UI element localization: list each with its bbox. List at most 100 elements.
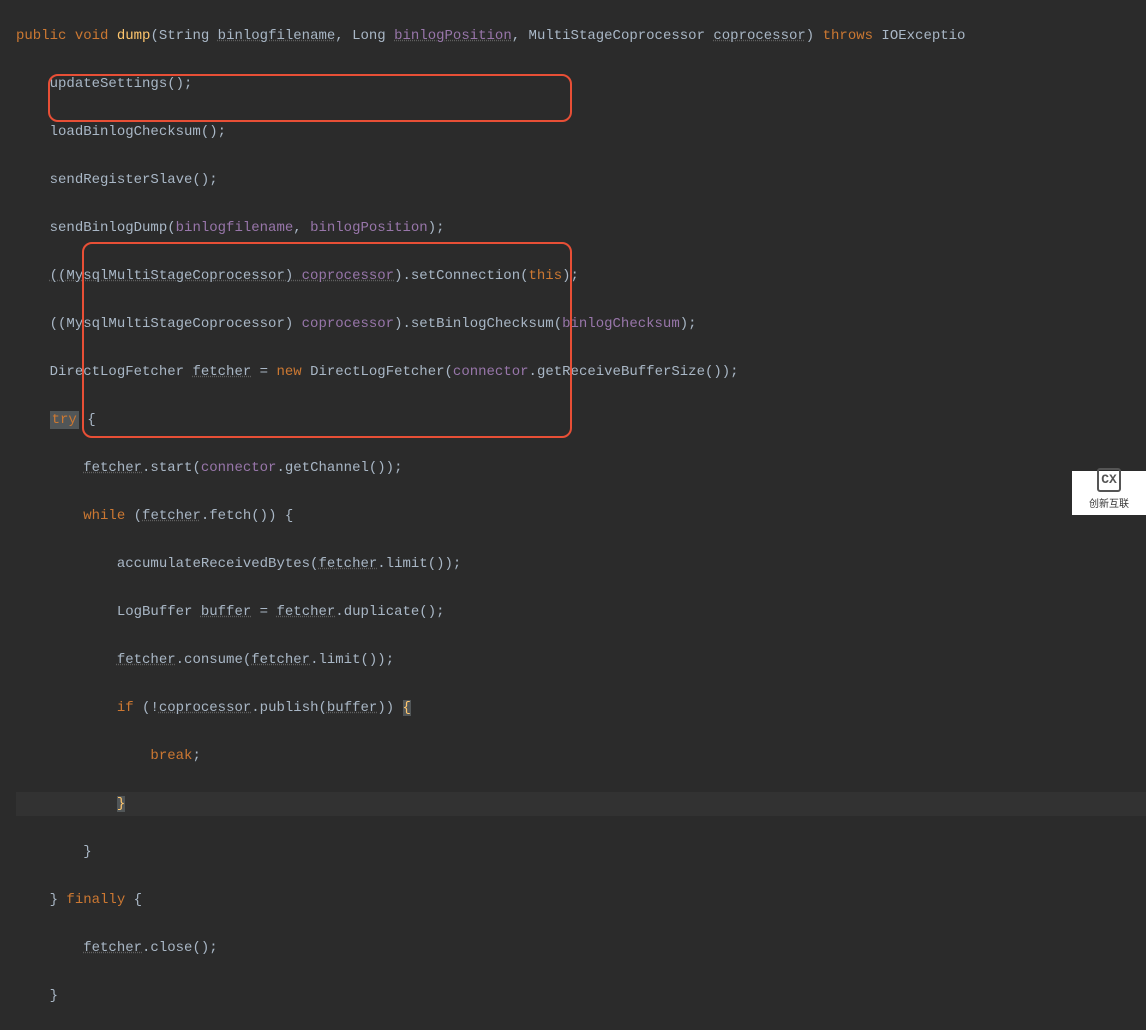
logo-icon: CX bbox=[1097, 468, 1121, 492]
param-1: binlogfilename bbox=[218, 28, 336, 44]
var: buffer bbox=[327, 700, 377, 716]
cast: ((MysqlMultiStageCoprocessor) bbox=[50, 316, 302, 332]
code-editor[interactable]: public void dump(String binlogfilename, … bbox=[0, 0, 1146, 1030]
arg: connector bbox=[453, 364, 529, 380]
brace: { bbox=[79, 412, 96, 428]
brace: } bbox=[50, 988, 58, 1004]
keyword-break: break bbox=[150, 748, 192, 764]
arg: binlogChecksum bbox=[562, 316, 680, 332]
statement: sendRegisterSlave(); bbox=[50, 172, 218, 188]
code-line-7: ((MysqlMultiStageCoprocessor) coprocesso… bbox=[16, 312, 1146, 336]
arg: connector bbox=[201, 460, 277, 476]
var: fetcher bbox=[83, 460, 142, 476]
var: fetcher bbox=[142, 508, 201, 524]
code-line-1: public void dump(String binlogfilename, … bbox=[16, 24, 1146, 48]
param-2: binlogPosition bbox=[394, 28, 512, 44]
paren: ) bbox=[806, 28, 823, 44]
call: sendBinlogDump( bbox=[50, 220, 176, 236]
cast: ((MysqlMultiStageCoprocessor) bbox=[50, 268, 302, 284]
type: DirectLogFetcher bbox=[50, 364, 193, 380]
code-line-4: sendRegisterSlave(); bbox=[16, 168, 1146, 192]
paren: (! bbox=[134, 700, 159, 716]
semi: ); bbox=[428, 220, 445, 236]
watermark-logo: CX 创新互联 bbox=[1072, 471, 1146, 515]
keyword-void: void bbox=[75, 28, 109, 44]
paren: ( bbox=[125, 508, 142, 524]
comma: , MultiStageCoprocessor bbox=[512, 28, 714, 44]
paren: )) bbox=[377, 700, 402, 716]
eq: = bbox=[251, 364, 276, 380]
code-line-13: LogBuffer buffer = fetcher.duplicate(); bbox=[16, 600, 1146, 624]
arg: binlogPosition bbox=[310, 220, 428, 236]
comma: , Long bbox=[335, 28, 394, 44]
var-name: fetcher bbox=[192, 364, 251, 380]
ctor: DirectLogFetcher( bbox=[302, 364, 453, 380]
var: fetcher bbox=[83, 940, 142, 956]
brace: { bbox=[125, 892, 142, 908]
call: .start( bbox=[142, 460, 201, 476]
code-line-18: } bbox=[16, 840, 1146, 864]
exception-type: IOExceptio bbox=[873, 28, 965, 44]
code-line-11: while (fetcher.fetch()) { bbox=[16, 504, 1146, 528]
call: .limit()); bbox=[310, 652, 394, 668]
statement: updateSettings(); bbox=[50, 76, 193, 92]
code-line-8: DirectLogFetcher fetcher = new DirectLog… bbox=[16, 360, 1146, 384]
code-line-21: } bbox=[16, 984, 1146, 1008]
param-3: coprocessor bbox=[713, 28, 805, 44]
paren: (String bbox=[150, 28, 217, 44]
call: .fetch()) { bbox=[201, 508, 293, 524]
var: coprocessor bbox=[159, 700, 251, 716]
brace: } bbox=[50, 892, 67, 908]
code-line-12: accumulateReceivedBytes(fetcher.limit())… bbox=[16, 552, 1146, 576]
code-line-10: fetcher.start(connector.getChannel()); bbox=[16, 456, 1146, 480]
call: .close(); bbox=[142, 940, 218, 956]
call: .consume( bbox=[176, 652, 252, 668]
method-name: dump bbox=[117, 28, 151, 44]
arg: binlogfilename bbox=[176, 220, 294, 236]
keyword-throws: throws bbox=[823, 28, 873, 44]
call: .limit()); bbox=[377, 556, 461, 572]
call: ).setBinlogChecksum( bbox=[394, 316, 562, 332]
semi: ); bbox=[680, 316, 697, 332]
var: fetcher bbox=[251, 652, 310, 668]
var: fetcher bbox=[276, 604, 335, 620]
code-line-14: fetcher.consume(fetcher.limit()); bbox=[16, 648, 1146, 672]
code-line-15: if (!coprocessor.publish(buffer)) { bbox=[16, 696, 1146, 720]
semi: ; bbox=[192, 748, 200, 764]
keyword-if: if bbox=[117, 700, 134, 716]
brace: } bbox=[117, 796, 125, 812]
call: .publish( bbox=[251, 700, 327, 716]
call: .getReceiveBufferSize()); bbox=[529, 364, 739, 380]
code-line-19: } finally { bbox=[16, 888, 1146, 912]
code-line-16: break; bbox=[16, 744, 1146, 768]
call: .duplicate(); bbox=[335, 604, 444, 620]
keyword-new: new bbox=[276, 364, 301, 380]
code-line-9: try { bbox=[16, 408, 1146, 432]
brace: } bbox=[83, 844, 91, 860]
keyword-finally: finally bbox=[66, 892, 125, 908]
keyword-try: try bbox=[50, 411, 79, 429]
arg: coprocessor bbox=[302, 268, 394, 284]
arg: coprocessor bbox=[302, 316, 394, 332]
statement: loadBinlogChecksum(); bbox=[50, 124, 226, 140]
var-name: buffer bbox=[201, 604, 251, 620]
keyword-this: this bbox=[529, 268, 563, 284]
brace: { bbox=[403, 700, 411, 716]
var: fetcher bbox=[318, 556, 377, 572]
semi: ); bbox=[562, 268, 579, 284]
code-line-20: fetcher.close(); bbox=[16, 936, 1146, 960]
call: accumulateReceivedBytes( bbox=[117, 556, 319, 572]
code-line-3: loadBinlogChecksum(); bbox=[16, 120, 1146, 144]
code-line-2: updateSettings(); bbox=[16, 72, 1146, 96]
code-line-17: } bbox=[16, 792, 1146, 816]
type: LogBuffer bbox=[117, 604, 201, 620]
code-line-5: sendBinlogDump(binlogfilename, binlogPos… bbox=[16, 216, 1146, 240]
keyword-public: public bbox=[16, 28, 66, 44]
logo-text: 创新互联 bbox=[1089, 494, 1129, 518]
keyword-while: while bbox=[83, 508, 125, 524]
call: ).setConnection( bbox=[394, 268, 528, 284]
call: .getChannel()); bbox=[276, 460, 402, 476]
comma: , bbox=[293, 220, 310, 236]
var: fetcher bbox=[117, 652, 176, 668]
code-line-6: ((MysqlMultiStageCoprocessor) coprocesso… bbox=[16, 264, 1146, 288]
